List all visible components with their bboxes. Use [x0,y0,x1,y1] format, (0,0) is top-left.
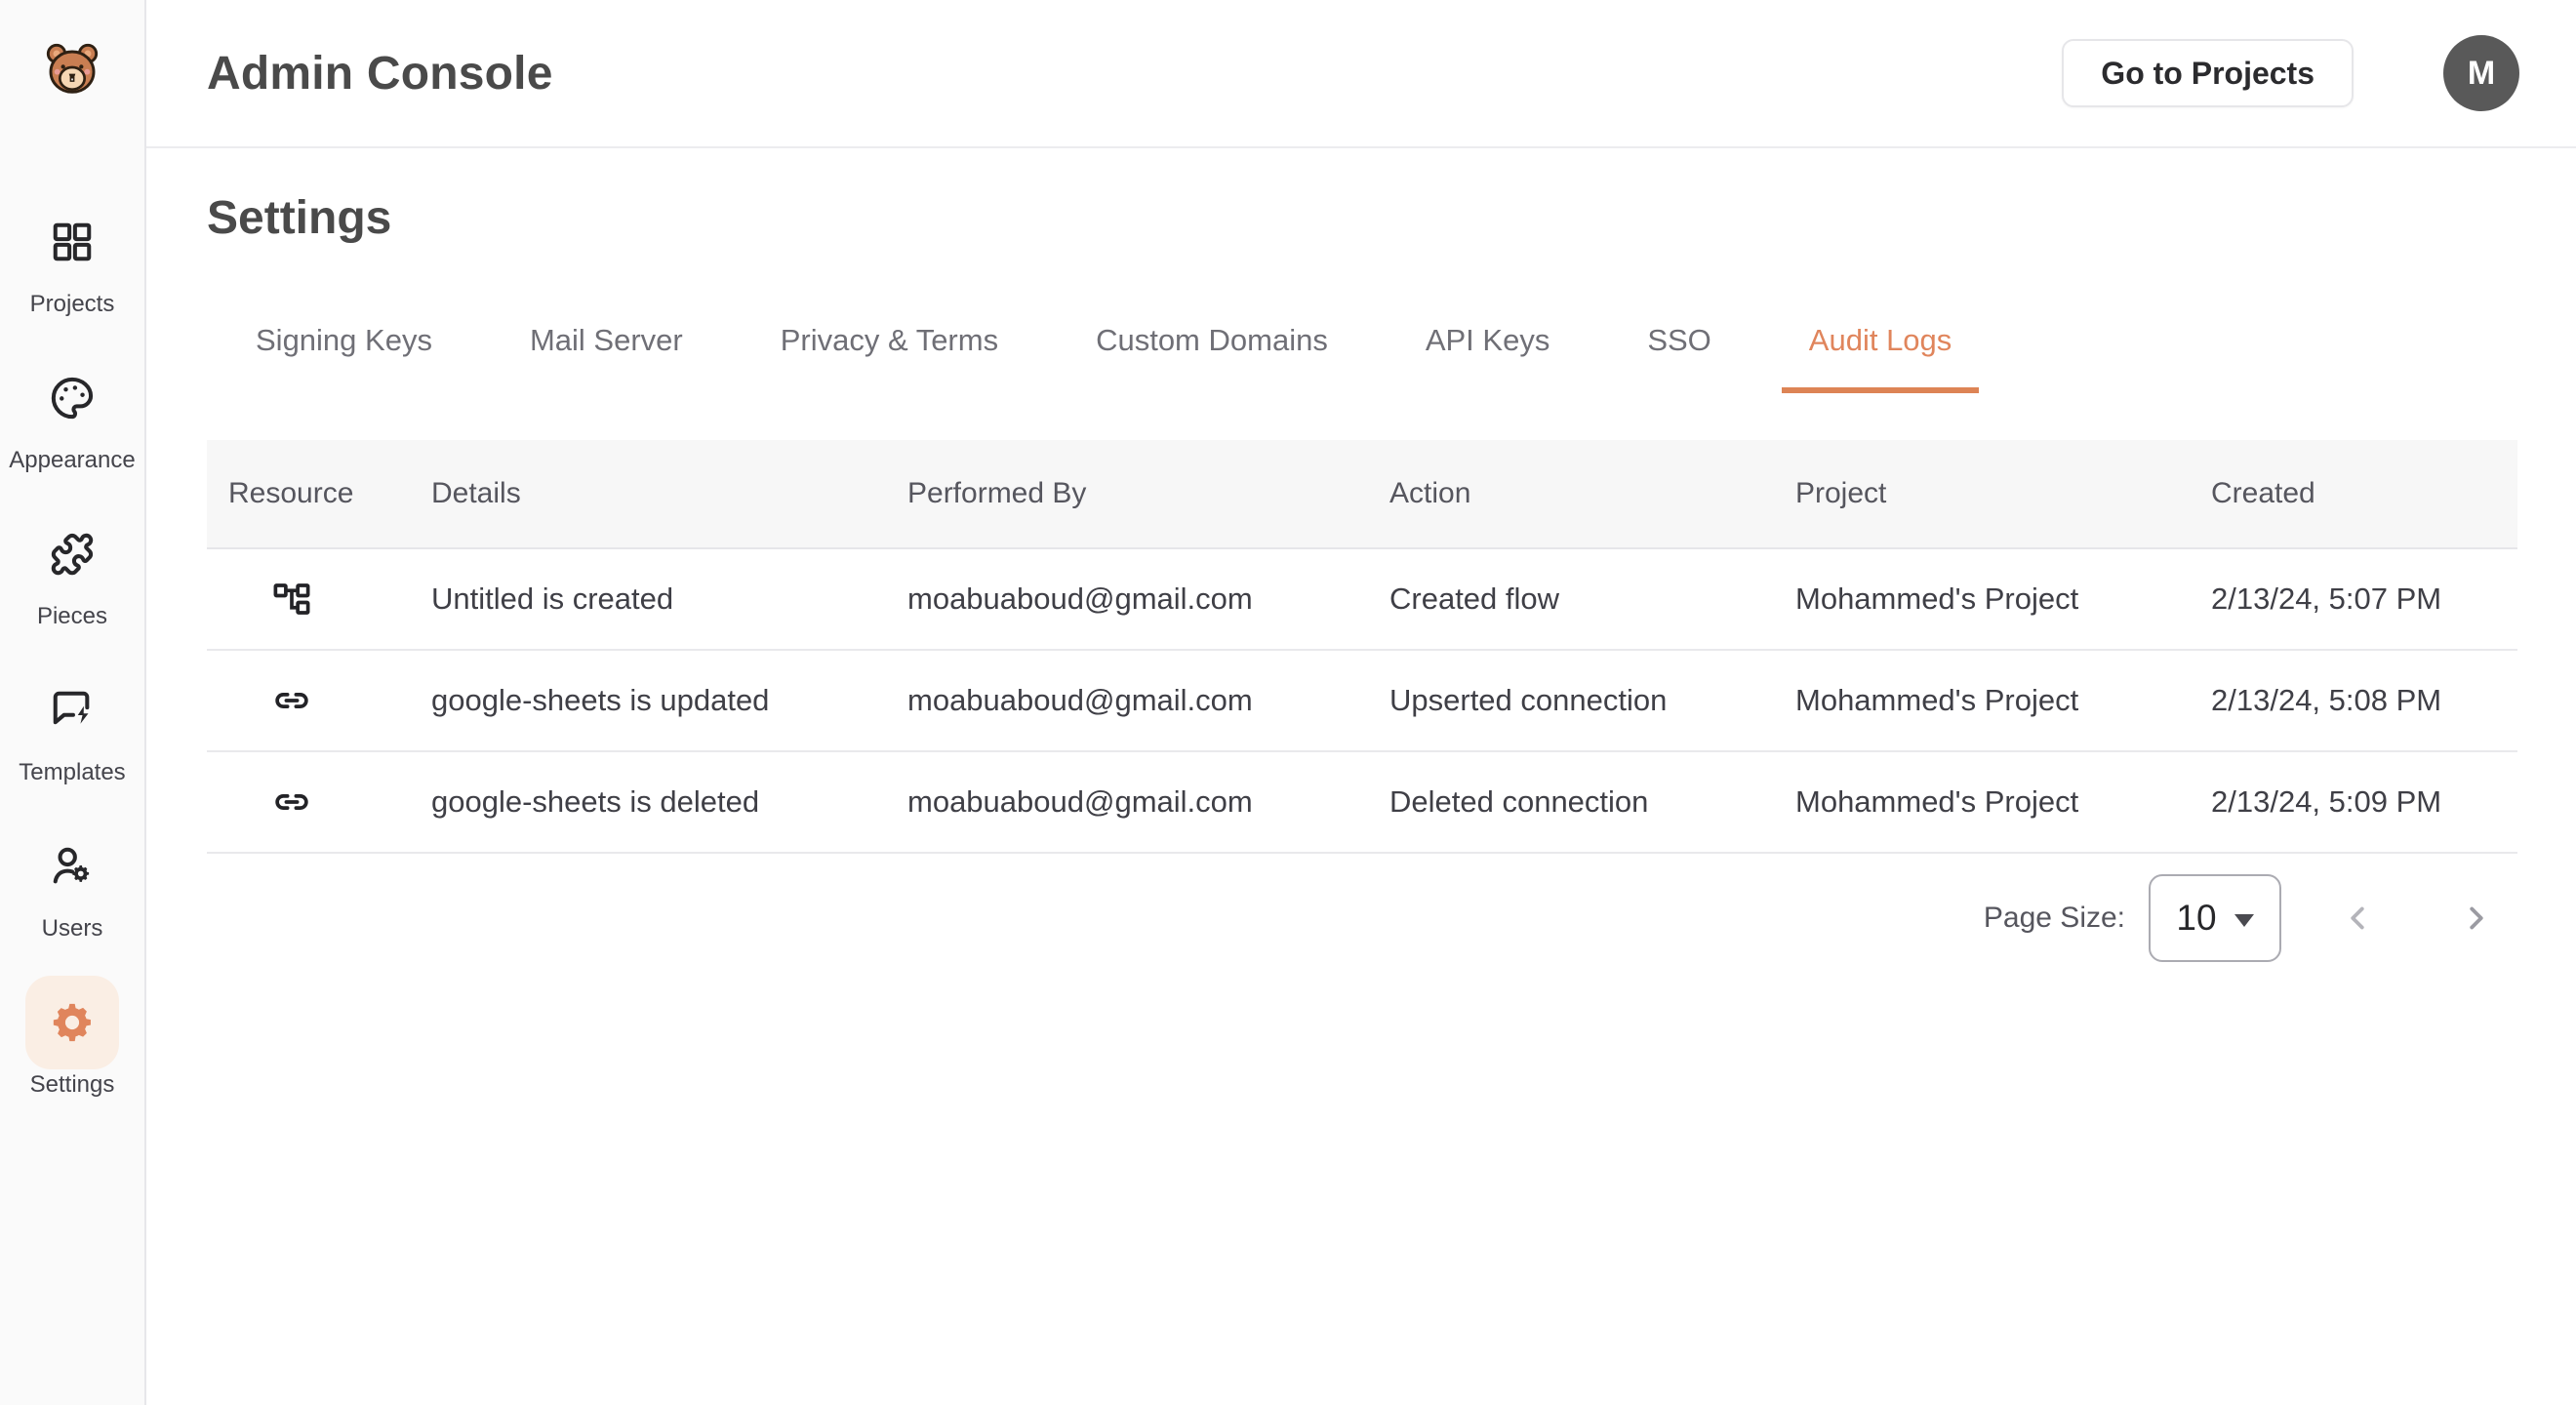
go-to-projects-button[interactable]: Go to Projects [2062,39,2354,107]
cell-project: Mohammed's Project [1774,784,2190,820]
cell-created: 2/13/24, 5:09 PM [2190,784,2517,820]
cell-created: 2/13/24, 5:08 PM [2190,683,2517,718]
link-icon [250,680,410,721]
gear-icon [25,976,119,1069]
tab-sso[interactable]: SSO [1620,307,1738,393]
cell-details: google-sheets is deleted [410,784,886,820]
sidebar-nav: Projects Appearance [0,195,144,1132]
sidebar-item-appearance[interactable]: Appearance [0,351,144,507]
sidebar-item-projects[interactable]: Projects [0,195,144,351]
chevron-left-icon [2339,900,2376,937]
puzzle-icon [25,507,119,601]
palette-icon [25,351,119,445]
tab-audit-logs[interactable]: Audit Logs [1782,307,1980,393]
tab-signing-keys[interactable]: Signing Keys [228,307,460,393]
next-page-button[interactable] [2447,889,2506,947]
sidebar: Projects Appearance [0,0,146,1405]
cell-performed-by: moabuaboud@gmail.com [886,784,1368,820]
cell-details: Untitled is created [410,582,886,617]
sidebar-item-label: Projects [30,291,115,318]
page-size-value: 10 [2176,898,2216,939]
template-message-icon [25,663,119,757]
user-gear-icon [25,820,119,913]
column-header-action: Action [1368,477,1774,510]
sidebar-item-label: Pieces [37,603,107,630]
sidebar-item-templates[interactable]: Templates [0,663,144,820]
table-row: Untitled is created moabuaboud@gmail.com… [207,549,2517,651]
cell-action: Upserted connection [1368,683,1774,718]
cell-action: Deleted connection [1368,784,1774,820]
column-header-performed-by: Performed By [886,477,1368,510]
audit-logs-table: Resource Details Performed By Action Pro… [207,440,2517,854]
cell-action: Created flow [1368,582,1774,617]
chevron-right-icon [2458,900,2495,937]
main-area: Admin Console Go to Projects M Settings … [146,0,2576,1405]
table-header-row: Resource Details Performed By Action Pro… [207,440,2517,549]
cell-project: Mohammed's Project [1774,683,2190,718]
column-header-project: Project [1774,477,2190,510]
flow-icon [250,579,410,620]
avatar[interactable]: M [2443,35,2519,111]
tab-mail-server[interactable]: Mail Server [503,307,710,393]
sidebar-item-settings[interactable]: Settings [0,976,144,1132]
settings-tabs: Signing Keys Mail Server Privacy & Terms… [228,307,2517,393]
table-row: google-sheets is updated moabuaboud@gmai… [207,651,2517,752]
sidebar-item-pieces[interactable]: Pieces [0,507,144,663]
previous-page-button[interactable] [2328,889,2387,947]
column-header-details: Details [410,477,886,510]
bear-logo [40,37,104,101]
link-icon [250,782,410,823]
column-header-created: Created [2190,477,2517,510]
settings-content: Settings Signing Keys Mail Server Privac… [146,148,2576,969]
table-row: google-sheets is deleted moabuaboud@gmai… [207,752,2517,854]
cell-project: Mohammed's Project [1774,582,2190,617]
tab-privacy-terms[interactable]: Privacy & Terms [753,307,1026,393]
page-size-label: Page Size: [1984,902,2125,935]
chevron-down-icon [2234,914,2254,927]
topbar: Admin Console Go to Projects M [146,0,2576,148]
sidebar-item-label: Settings [30,1071,115,1099]
cell-created: 2/13/24, 5:07 PM [2190,582,2517,617]
section-heading: Settings [207,191,2517,245]
grid-icon [25,195,119,289]
page-size-select[interactable]: 10 [2149,874,2281,962]
cell-details: google-sheets is updated [410,683,886,718]
column-header-resource: Resource [207,477,410,510]
sidebar-item-label: Templates [19,759,125,786]
sidebar-item-label: Appearance [9,447,135,474]
tab-api-keys[interactable]: API Keys [1398,307,1578,393]
pagination: Page Size: 10 [207,867,2517,969]
tab-custom-domains[interactable]: Custom Domains [1068,307,1355,393]
sidebar-item-label: Users [42,915,103,943]
cell-performed-by: moabuaboud@gmail.com [886,582,1368,617]
admin-console-app: Projects Appearance [0,0,2576,1405]
cell-performed-by: moabuaboud@gmail.com [886,683,1368,718]
page-title: Admin Console [207,47,553,100]
table-body: Untitled is created moabuaboud@gmail.com… [207,549,2517,854]
sidebar-item-users[interactable]: Users [0,820,144,976]
